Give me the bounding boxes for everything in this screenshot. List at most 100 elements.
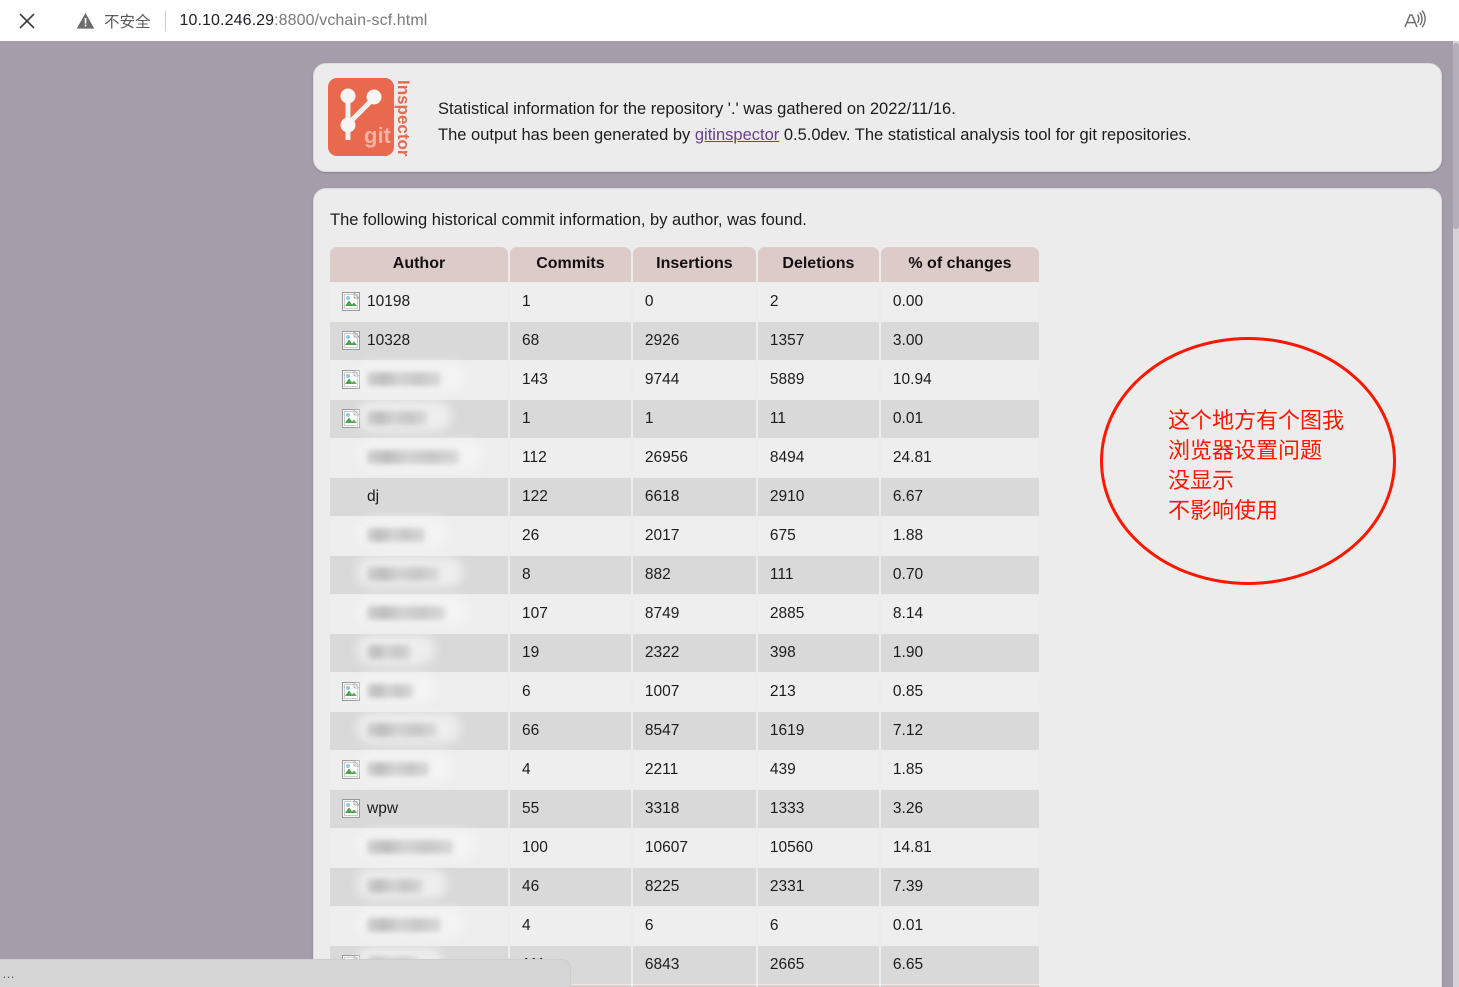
cell-deletions: 5889 bbox=[757, 361, 879, 399]
address-bar[interactable]: 不安全 10.10.246.29:8800/vchain-scf.html bbox=[62, 4, 1383, 37]
cell-insertions: 10607 bbox=[632, 829, 756, 867]
table-row: 19 2322 398 1.90 bbox=[330, 634, 1039, 672]
redacted-author-name bbox=[367, 917, 441, 935]
cell-deletions: 2331 bbox=[757, 868, 879, 906]
cell-commits: 6 bbox=[509, 673, 631, 711]
table-row: 1 1 11 0.01 bbox=[330, 400, 1039, 438]
cell-percent-of-changes: 14.81 bbox=[880, 829, 1039, 867]
generator-suffix: 0.5.0dev. The statistical analysis tool … bbox=[779, 126, 1192, 144]
omnibox-separator bbox=[164, 10, 166, 31]
cell-commits: 66 bbox=[509, 712, 631, 750]
cell-insertions: 8225 bbox=[632, 868, 756, 906]
cell-commits: 1 bbox=[509, 400, 631, 438]
logo-inspector-text: Inspector bbox=[394, 80, 413, 157]
close-tab-button[interactable] bbox=[0, 0, 54, 41]
cell-commits: 26 bbox=[509, 517, 631, 555]
cell-percent-of-changes: 8.14 bbox=[880, 595, 1039, 633]
cell-author bbox=[330, 439, 508, 477]
column-header-insertions[interactable]: Insertions bbox=[632, 247, 756, 282]
cell-percent-of-changes: 3.26 bbox=[880, 790, 1039, 828]
redacted-author-name bbox=[367, 722, 437, 740]
cell-deletions: 10560 bbox=[757, 829, 879, 867]
cell-insertions: 2211 bbox=[632, 751, 756, 789]
cell-insertions: 2322 bbox=[632, 634, 756, 672]
vertical-scrollbar-track[interactable] bbox=[1453, 41, 1459, 987]
cell-insertions: 882 bbox=[632, 556, 756, 594]
cell-commits: 107 bbox=[509, 595, 631, 633]
broken-image-icon bbox=[342, 370, 360, 389]
cell-percent-of-changes: 1.90 bbox=[880, 634, 1039, 672]
table-caption: The following historical commit informat… bbox=[330, 211, 807, 229]
cell-author: 10328 bbox=[330, 322, 508, 360]
redacted-author-name bbox=[367, 839, 453, 857]
commit-table-panel: The following historical commit informat… bbox=[313, 188, 1442, 987]
table-row: dj 122 6618 2910 6.67 bbox=[330, 478, 1039, 516]
cell-deletions: 439 bbox=[757, 751, 879, 789]
table-row: 4 2211 439 1.85 bbox=[330, 751, 1039, 789]
cell-insertions: 0 bbox=[632, 283, 756, 321]
cell-deletions: 1333 bbox=[757, 790, 879, 828]
cell-deletions: 111 bbox=[757, 556, 879, 594]
read-aloud-button[interactable] bbox=[1391, 0, 1437, 41]
table-row: 26 2017 675 1.88 bbox=[330, 517, 1039, 555]
security-label: 不安全 bbox=[104, 13, 151, 31]
table-row: 107 8749 2885 8.14 bbox=[330, 595, 1039, 633]
cell-percent-of-changes: 0.01 bbox=[880, 400, 1039, 438]
broken-image-icon bbox=[342, 799, 360, 818]
cell-commits: 1 bbox=[509, 283, 631, 321]
cell-commits: 55 bbox=[509, 790, 631, 828]
logo-git-text: git bbox=[364, 123, 391, 148]
cell-author bbox=[330, 361, 508, 399]
cell-percent-of-changes: 7.12 bbox=[880, 712, 1039, 750]
vertical-scrollbar-thumb[interactable] bbox=[1453, 43, 1459, 229]
redacted-author-name bbox=[367, 605, 445, 623]
cell-percent-of-changes: 0.01 bbox=[880, 907, 1039, 945]
gitinspector-link[interactable]: gitinspector bbox=[695, 126, 779, 144]
cell-deletions: 2665 bbox=[757, 946, 879, 984]
report-header-panel: git Inspector Statistical information fo… bbox=[313, 63, 1442, 172]
cell-insertions: 2926 bbox=[632, 322, 756, 360]
commit-table-head: Author Commits Insertions Deletions % of… bbox=[330, 247, 1039, 282]
cell-deletions: 213 bbox=[757, 673, 879, 711]
cell-insertions: 1 bbox=[632, 400, 756, 438]
broken-image-icon bbox=[342, 331, 360, 350]
cell-author bbox=[330, 712, 508, 750]
cell-insertions: 26956 bbox=[632, 439, 756, 477]
status-bar: … bbox=[0, 959, 571, 987]
cell-author: wpw bbox=[330, 790, 508, 828]
author-name: 10328 bbox=[367, 331, 411, 349]
broken-image-icon bbox=[342, 292, 360, 311]
cell-percent-of-changes: 1.88 bbox=[880, 517, 1039, 555]
table-row: 143 9744 5889 10.94 bbox=[330, 361, 1039, 399]
report-gathered-line: Statistical information for the reposito… bbox=[438, 100, 956, 118]
redacted-author-name bbox=[367, 449, 459, 467]
column-header-deletions[interactable]: Deletions bbox=[757, 247, 879, 282]
cell-author: dj bbox=[330, 478, 508, 516]
column-header-author[interactable]: Author bbox=[330, 247, 508, 282]
url-text[interactable]: 10.10.246.29:8800/vchain-scf.html bbox=[180, 12, 428, 30]
url-host: 10.10.246.29 bbox=[179, 11, 275, 29]
cell-percent-of-changes: 6.65 bbox=[880, 946, 1039, 984]
column-header-commits[interactable]: Commits bbox=[509, 247, 631, 282]
cell-insertions: 6843 bbox=[632, 946, 756, 984]
cell-insertions: 9744 bbox=[632, 361, 756, 399]
redacted-author-name bbox=[367, 410, 427, 428]
redacted-author-name bbox=[367, 683, 413, 701]
table-row: 4 6 6 0.01 bbox=[330, 907, 1039, 945]
cell-commits: 4 bbox=[509, 907, 631, 945]
column-header-pct[interactable]: % of changes bbox=[880, 247, 1039, 282]
cell-percent-of-changes: 7.39 bbox=[880, 868, 1039, 906]
author-name: wpw bbox=[367, 799, 399, 817]
broken-image-icon bbox=[342, 682, 360, 701]
cell-commits: 143 bbox=[509, 361, 631, 399]
warning-triangle-icon bbox=[76, 12, 95, 29]
cell-deletions: 2 bbox=[757, 283, 879, 321]
cell-author: 10198 bbox=[330, 283, 508, 321]
gitinspector-logo: git Inspector bbox=[328, 78, 424, 157]
cell-deletions: 6 bbox=[757, 907, 879, 945]
author-name: 10198 bbox=[367, 292, 411, 310]
cell-author bbox=[330, 400, 508, 438]
site-security-chip[interactable]: 不安全 bbox=[76, 10, 151, 32]
cell-commits: 100 bbox=[509, 829, 631, 867]
cell-author bbox=[330, 751, 508, 789]
